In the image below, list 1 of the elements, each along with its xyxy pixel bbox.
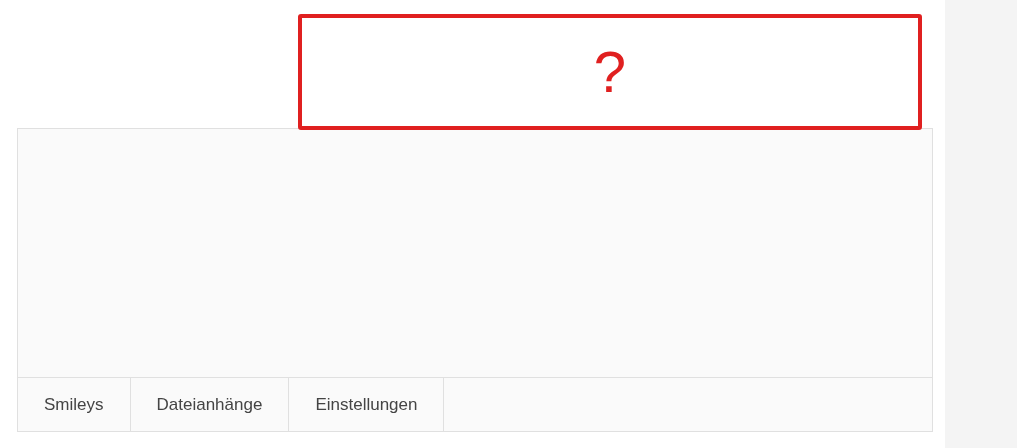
question-mark: ? bbox=[593, 43, 627, 101]
